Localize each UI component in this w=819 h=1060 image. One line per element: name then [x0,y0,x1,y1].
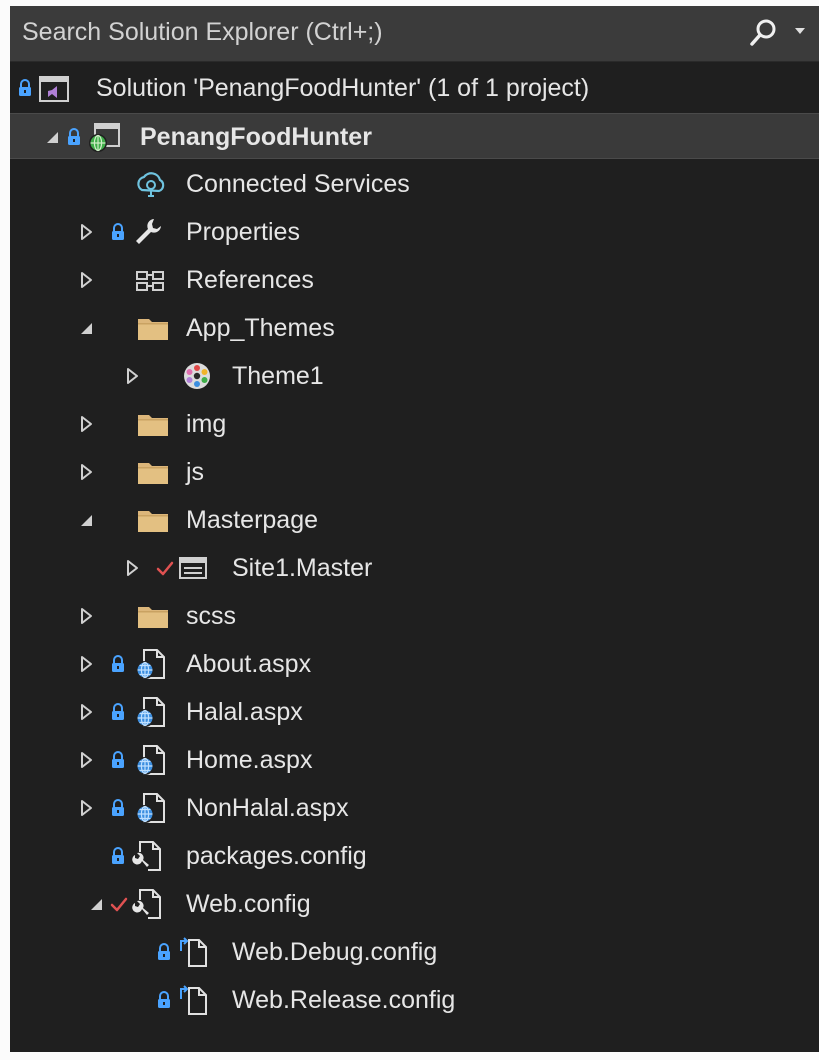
search-box[interactable]: Search Solution Explorer (Ctrl+;) [10,6,819,62]
tree-item-label: Properties [186,218,300,246]
folder-icon [136,312,170,344]
expand-arrow-icon[interactable] [76,414,96,434]
tree-item-label: Web.Debug.config [232,938,438,966]
lock-icon [110,846,126,866]
tree-item-label: Web.Release.config [232,986,456,1014]
theme-icon [184,363,210,389]
tree-item-label: NonHalal.aspx [186,794,349,822]
tree-item-masterpage[interactable]: Masterpage [10,497,819,543]
expand-arrow-icon[interactable] [122,366,142,386]
tree-item-label: Solution 'PenangFoodHunter' (1 of 1 proj… [96,74,590,102]
tree-item-packages-config[interactable]: packages.config [10,833,819,879]
config-file-icon [130,840,164,872]
tree-item-references[interactable]: References [10,257,819,303]
tree-item-label: PenangFoodHunter [140,123,372,151]
tree-item-label: Connected Services [186,170,410,198]
tree-item-home-aspx[interactable]: Home.aspx [10,737,819,783]
folder-icon [136,600,170,632]
expand-arrow-icon[interactable] [76,270,96,290]
web-form-icon [134,648,168,680]
expand-arrow-icon[interactable] [76,798,96,818]
web-form-icon [134,696,168,728]
web-project-icon [89,123,120,152]
solution-explorer: Search Solution Explorer (Ctrl+;) Soluti… [0,0,819,1060]
tree-item-app-themes[interactable]: App_Themes [10,305,819,351]
tree-item-label: packages.config [186,842,367,870]
tree-item-label: About.aspx [186,650,312,678]
lock-icon [156,942,172,962]
tree-item-label: App_Themes [186,314,335,342]
tree-item-connected-services[interactable]: Connected Services [10,161,819,207]
expand-arrow-icon[interactable] [42,127,62,147]
wrench-icon [136,219,161,244]
checkmark-icon [110,894,128,914]
expand-arrow-icon[interactable] [76,318,96,338]
tree-item-scss[interactable]: scss [10,593,819,639]
web-form-icon [134,744,168,776]
tree-item-label: Web.config [186,890,311,918]
tree-item-site1-master[interactable]: Site1.Master [10,545,819,591]
tree-item-label: Halal.aspx [186,698,303,726]
solution-icon [39,76,69,102]
expand-arrow-icon[interactable] [76,750,96,770]
tree-item-web-release-config[interactable]: Web.Release.config [10,977,819,1023]
folder-icon [136,408,170,440]
lock-icon [156,990,172,1010]
web-form-icon [134,792,168,824]
master-page-icon [179,557,207,579]
lock-icon [110,654,126,674]
config-file-icon [130,888,164,920]
tree-item-label: Site1.Master [232,554,373,582]
lock-icon [110,750,126,770]
connected-services-icon [137,172,165,197]
tree-item-label: Theme1 [232,362,324,390]
expand-arrow-icon[interactable] [76,702,96,722]
tree-item-theme1[interactable]: Theme1 [10,353,819,399]
tree-item-halal-aspx[interactable]: Halal.aspx [10,689,819,735]
tree-item-img[interactable]: img [10,401,819,447]
config-transform-icon [176,936,210,968]
tree-item-label: References [186,266,314,294]
search-icon[interactable] [747,16,781,50]
tree-item-label: js [186,458,205,486]
checkmark-icon [156,558,174,578]
expand-arrow-icon[interactable] [76,462,96,482]
expand-arrow-icon[interactable] [76,606,96,626]
tree-item-project[interactable]: PenangFoodHunter [10,113,819,159]
tree-item-label: scss [186,602,236,630]
expand-arrow-icon[interactable] [76,222,96,242]
expand-arrow-icon[interactable] [76,654,96,674]
lock-icon [66,127,82,147]
tree-item-about-aspx[interactable]: About.aspx [10,641,819,687]
tree-item-label: Masterpage [186,506,319,534]
folder-icon [136,504,170,536]
references-icon [136,271,164,291]
lock-icon [17,78,33,98]
folder-icon [136,456,170,488]
tree-item-nonhalal-aspx[interactable]: NonHalal.aspx [10,785,819,831]
tree-item-web-config[interactable]: Web.config [10,881,819,927]
lock-icon [110,702,126,722]
tree-item-label: img [186,410,227,438]
tree-item-web-debug-config[interactable]: Web.Debug.config [10,929,819,975]
tree-item-js[interactable]: js [10,449,819,495]
expand-arrow-icon[interactable] [76,510,96,530]
tree-item-solution[interactable]: Solution 'PenangFoodHunter' (1 of 1 proj… [10,65,819,111]
search-input[interactable]: Search Solution Explorer (Ctrl+;) [22,18,383,47]
config-transform-icon [176,984,210,1016]
expand-arrow-icon[interactable] [122,558,142,578]
expand-arrow-icon[interactable] [86,894,106,914]
tree-item-label: Home.aspx [186,746,313,774]
lock-icon [110,798,126,818]
chevron-down-icon[interactable] [793,24,807,38]
tree-item-properties[interactable]: Properties [10,209,819,255]
lock-icon [110,222,126,242]
